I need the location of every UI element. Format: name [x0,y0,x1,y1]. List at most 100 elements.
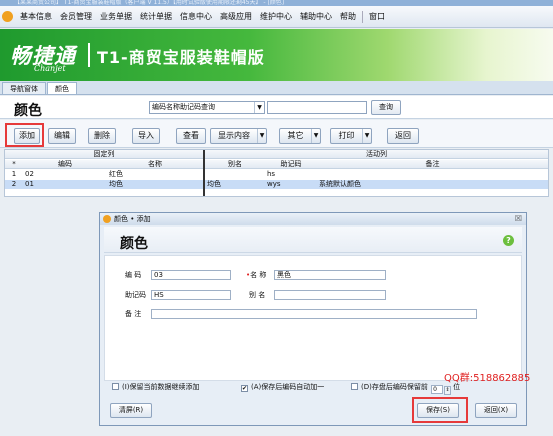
clear-button[interactable]: 清屏(R) [110,403,152,418]
search-mode-value: 编码名称助记码查询 [152,103,215,111]
dialog-heading: 颜色 [120,236,148,252]
menu-separator [362,10,363,23]
brand-logo-en: Chanjet [34,64,66,73]
column-code[interactable]: 编码 [23,160,107,169]
checkbox-unchecked-icon[interactable] [351,383,358,390]
tab-navigation[interactable]: 导航窗体 [2,82,46,94]
group-fixed-columns: 固定列 [93,150,115,158]
keep-data-option[interactable]: (I)保留当前数据继续添加 [112,381,200,393]
cell-name: 红色 [109,170,123,178]
view-button[interactable]: 查看 [176,128,206,144]
product-name: T1-商贸宝服装鞋帽版 [97,48,265,67]
menu-info-center[interactable]: 信息中心 [176,11,216,22]
menu-advanced[interactable]: 高级应用 [216,11,256,22]
highlight-box-add [5,123,44,147]
checkbox-unchecked-icon[interactable] [112,383,119,390]
note-label: 备 注 [125,310,142,318]
print-button[interactable]: 打印 ▼ [330,128,372,144]
column-name[interactable]: 名称 [107,160,203,169]
table-row[interactable]: 1 02 红色 hs [5,170,548,179]
cell-name: 均色 [109,180,123,188]
delete-button[interactable]: 删除 [88,128,116,144]
chevron-down-icon[interactable]: ▼ [311,129,320,143]
cell-code: 02 [25,170,34,178]
checkbox-checked-icon[interactable]: ✔ [241,385,248,392]
search-button[interactable]: 查询 [371,100,401,115]
product-banner: 畅捷通 Chanjet T1-商贸宝服装鞋帽版 [0,29,553,81]
row-number: 1 [11,170,17,178]
note-field[interactable] [151,309,477,319]
banner-divider [88,43,90,67]
menu-help[interactable]: 帮助 [336,11,360,22]
cell-note: 系统默认颜色 [319,180,361,188]
menu-business-docs[interactable]: 业务单据 [96,11,136,22]
table-header: * 编码 名称 别名 助记码 备注 [5,160,548,169]
column-alias[interactable]: 别名 [205,160,265,169]
highlight-box-save [412,397,468,423]
display-content-label: 显示内容 [218,131,250,140]
other-label: 其它 [287,131,304,140]
cell-code: 01 [25,180,34,188]
dialog-form: 编 码 03 •名 称 黑色 助记码 HS 别 名 备 注 QQ群:518862… [104,255,530,384]
name-label: •名 称 [246,270,266,280]
auto-increment-label: (A)保存后编码自动加一 [251,383,325,391]
row-marker: * [12,160,16,168]
tab-bar: 导航窗体 颜色 [0,81,553,95]
keep-prefix-option[interactable]: (D)存盘后编码保留前 0 ⇕ 位 [351,381,461,395]
code-field[interactable]: 03 [151,270,231,280]
color-table: 固定列 活动列 * 编码 名称 别名 助记码 备注 1 02 红色 hs 2 0… [4,149,549,197]
keep-prefix-label: (D)存盘后编码保留前 [361,383,428,391]
dialog-title: 颜色 • 添加 [114,215,151,223]
fixed-column-splitter[interactable] [203,150,205,196]
group-active-columns: 活动列 [366,150,387,158]
row-number: 2 [11,180,17,188]
import-button[interactable]: 导入 [132,128,160,144]
page-header: 颜色 编码名称助记码查询 ▼ 查询 [0,96,553,119]
chevron-down-icon[interactable]: ▼ [362,129,371,143]
search-input[interactable] [267,101,367,114]
chevron-down-icon[interactable]: ▼ [254,102,264,113]
page-title: 颜色 [14,103,42,119]
chevron-down-icon[interactable]: ▼ [257,129,266,143]
menu-auxiliary[interactable]: 辅助中心 [296,11,336,22]
other-button[interactable]: 其它 ▼ [279,128,321,144]
name-field[interactable]: 黑色 [274,270,386,280]
cell-alias [205,170,265,179]
menu-bar: 基本信息 会员管理 业务单据 统计单据 信息中心 高级应用 维护中心 辅助中心 … [0,6,553,28]
keep-prefix-count-input[interactable]: 0 [431,385,444,394]
back-button[interactable]: 返回 [387,128,419,144]
tab-color[interactable]: 颜色 [47,82,77,94]
auto-increment-option[interactable]: ✔ (A)保存后编码自动加一 [241,381,324,393]
menu-stat-docs[interactable]: 统计单据 [136,11,176,22]
menu-window[interactable]: 窗口 [365,11,389,22]
dialog-back-button[interactable]: 返回(X) [475,403,517,418]
search-mode-select[interactable]: 编码名称助记码查询 ▼ [149,101,265,114]
spinner-arrows-icon[interactable]: ⇕ [444,386,452,395]
app-logo-icon [2,11,13,22]
cell-mnemonic: hs [267,170,276,178]
dialog-app-icon [103,215,111,223]
menu-member[interactable]: 会员管理 [56,11,96,22]
column-note[interactable]: 备注 [317,160,548,169]
table-row[interactable]: 2 01 均色 均色 wys 系统默认颜色 [5,180,548,189]
alias-label: 别 名 [249,291,266,299]
help-icon[interactable]: ? [503,235,514,246]
toolbar: 添加 编辑 删除 导入 查看 显示内容 ▼ 其它 ▼ 打印 ▼ 返回 [0,120,553,148]
edit-button[interactable]: 编辑 [48,128,76,144]
alias-field[interactable] [274,290,386,300]
menu-basic-info[interactable]: 基本信息 [16,11,56,22]
keep-prefix-unit: 位 [453,383,461,391]
cell-mnemonic: wys [267,180,281,188]
add-color-dialog: 颜色 • 添加 ☒ 颜色 ? 编 码 03 •名 称 黑色 助记码 HS 别 名… [99,212,530,426]
close-icon[interactable]: ☒ [515,213,522,225]
mnemonic-field[interactable]: HS [151,290,231,300]
column-mnemonic[interactable]: 助记码 [265,160,317,169]
print-label: 打印 [338,131,355,140]
cell-alias: 均色 [207,180,221,188]
menu-maintenance[interactable]: 维护中心 [256,11,296,22]
display-content-button[interactable]: 显示内容 ▼ [210,128,267,144]
keep-data-label: (I)保留当前数据继续添加 [122,383,200,391]
code-label: 编 码 [125,271,142,279]
dialog-title-bar[interactable]: 颜色 • 添加 ☒ [100,213,526,225]
mnemonic-label: 助记码 [125,291,146,299]
